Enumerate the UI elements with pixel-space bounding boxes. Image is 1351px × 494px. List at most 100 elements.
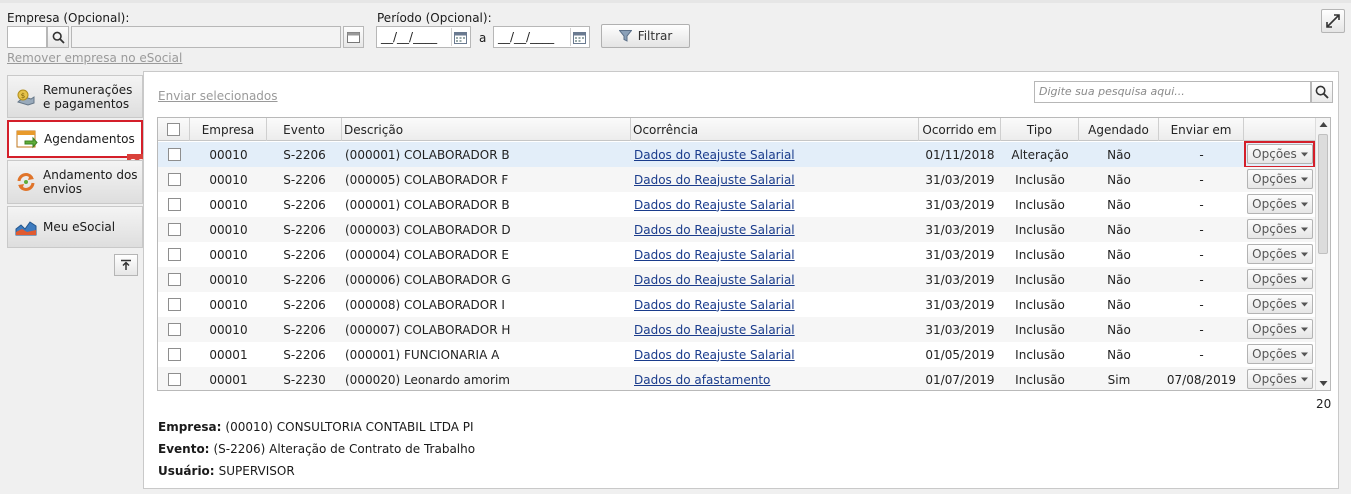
empresa-code-input[interactable]	[7, 26, 47, 48]
options-dropdown-button[interactable]: Opções	[1247, 319, 1313, 339]
table-row[interactable]: 00010 S-2206 (000001) COLABORADOR B Dados d…	[158, 192, 1316, 217]
table-row[interactable]: 00001 S-2230 (000020) Leonardo amorim Dados…	[158, 367, 1316, 390]
expand-icon	[1326, 14, 1340, 28]
cell-descricao-text: (000020) Leonardo amorim	[345, 372, 510, 387]
table-row[interactable]: 00010 S-2206 (000005) COLABORADOR F Dados d…	[158, 167, 1316, 192]
options-dropdown-button[interactable]: Opções	[1247, 269, 1313, 289]
options-dropdown-button[interactable]: Opções	[1247, 294, 1313, 314]
sidebar-item-agendamentos[interactable]: Agendamentos	[7, 120, 143, 158]
cell-ocorrido-em-text: 31/03/2019	[925, 172, 995, 187]
scrollbar-thumb[interactable]	[1318, 134, 1328, 254]
options-dropdown-button[interactable]: Opções	[1247, 369, 1313, 389]
ocorrencia-link[interactable]: Dados do Reajuste Salarial	[634, 273, 795, 287]
ocorrencia-link[interactable]: Dados do Reajuste Salarial	[634, 248, 795, 262]
collapse-sidebar-button[interactable]	[114, 254, 138, 276]
col-ocorrencia[interactable]: Ocorrência	[631, 118, 919, 141]
cell-agendado: Não	[1079, 192, 1159, 217]
scroll-up-icon[interactable]	[1319, 121, 1328, 128]
search-input[interactable]: Digite sua pesquisa aqui...	[1034, 81, 1311, 103]
options-dropdown-button[interactable]: Opções	[1247, 344, 1313, 364]
ocorrencia-link[interactable]: Dados do Reajuste Salarial	[634, 148, 795, 162]
empresa-list-button[interactable]	[343, 26, 364, 48]
cell-empresa: 00010	[190, 292, 267, 317]
collapse-up-icon	[121, 259, 131, 270]
cell-ocorrido-em-text: 31/03/2019	[925, 247, 995, 262]
ocorrencia-link[interactable]: Dados do Reajuste Salarial	[634, 173, 795, 187]
row-checkbox[interactable]	[167, 198, 181, 211]
table-row[interactable]: 00010 S-2206 (000008) COLABORADOR I Dados d…	[158, 292, 1316, 317]
ocorrencia-link[interactable]: Dados do afastamento	[634, 373, 770, 387]
row-checkbox[interactable]	[167, 298, 181, 311]
sidebar-item-remuneracoes[interactable]: $ Remunerações e pagamentos	[7, 75, 143, 118]
options-dropdown-button[interactable]: Opções	[1247, 169, 1313, 189]
table-icon	[347, 31, 360, 43]
detail-usuario-label: Usuário:	[158, 464, 215, 478]
date-from-input[interactable]: __/__/____	[376, 26, 471, 48]
cell-tipo-text: Inclusão	[1015, 347, 1065, 362]
options-dropdown-button[interactable]: Opções	[1247, 194, 1313, 214]
ocorrencia-link[interactable]: Dados do Reajuste Salarial	[634, 348, 795, 362]
cell-ocorrido-em-text: 31/03/2019	[925, 297, 995, 312]
table-row[interactable]: 00001 S-2206 (000001) FUNCIONARIA A Dados d…	[158, 342, 1316, 367]
vertical-scrollbar[interactable]	[1315, 118, 1330, 390]
cell-empresa-text: 00010	[209, 222, 248, 237]
row-checkbox[interactable]	[167, 323, 181, 336]
cell-tipo: Inclusão	[1001, 367, 1079, 390]
col-ocorrido-em[interactable]: Ocorrido em	[919, 118, 1001, 141]
cell-empresa-text: 00010	[209, 322, 248, 337]
options-dropdown-button[interactable]: Opções	[1247, 244, 1313, 264]
cell-evento-text: S-2206	[283, 322, 326, 337]
search-button[interactable]	[1311, 81, 1333, 103]
table-row[interactable]: 00010 S-2206 (000004) COLABORADOR E Dados d…	[158, 242, 1316, 267]
date-to-input[interactable]: __/__/____	[493, 26, 590, 48]
sidebar-item-andamento[interactable]: Andamento dos envios	[7, 160, 143, 204]
cell-ocorrido-em: 31/03/2019	[919, 192, 1001, 217]
detail-evento: Evento: (S-2206) Alteração de Contrato de…	[158, 442, 475, 456]
sidebar-item-meu-esocial[interactable]: Meu eSocial	[7, 206, 143, 248]
table-row[interactable]: 00010 S-2206 (000007) COLABORADOR H Dados d…	[158, 317, 1316, 342]
row-checkbox[interactable]	[167, 273, 181, 286]
col-enviar-em[interactable]: Enviar em	[1159, 118, 1244, 141]
ocorrencia-link[interactable]: Dados do Reajuste Salarial	[634, 323, 795, 337]
row-checkbox[interactable]	[167, 348, 181, 361]
options-dropdown-button[interactable]: Opções	[1247, 219, 1313, 239]
cell-empresa-text: 00010	[209, 197, 248, 212]
detail-empresa-value: (00010) CONSULTORIA CONTABIL LTDA PI	[225, 420, 474, 434]
cell-tipo-text: Alteração	[1011, 147, 1069, 162]
row-checkbox[interactable]	[167, 373, 181, 386]
scroll-down-icon[interactable]	[1319, 380, 1328, 387]
cell-agendado-text: Não	[1107, 272, 1131, 287]
calendar-icon[interactable]	[451, 28, 469, 46]
empresa-search-button[interactable]	[47, 26, 69, 48]
cell-descricao: (000020) Leonardo amorim	[342, 367, 631, 390]
col-evento[interactable]: Evento	[267, 118, 342, 141]
svg-text:$: $	[21, 92, 25, 100]
cell-empresa-text: 00010	[209, 297, 248, 312]
detail-usuario-value: SUPERVISOR	[218, 464, 295, 478]
ocorrencia-link[interactable]: Dados do Reajuste Salarial	[634, 298, 795, 312]
col-tipo[interactable]: Tipo	[1001, 118, 1079, 141]
send-selected-link[interactable]: Enviar selecionados	[158, 89, 278, 103]
row-checkbox[interactable]	[167, 223, 181, 236]
row-checkbox[interactable]	[167, 148, 181, 161]
filter-button[interactable]: Filtrar	[601, 24, 690, 48]
expand-button[interactable]	[1321, 9, 1345, 33]
col-descricao[interactable]: Descrição	[342, 118, 631, 141]
remove-empresa-link[interactable]: Remover empresa no eSocial	[7, 51, 182, 65]
select-all-checkbox[interactable]	[167, 123, 180, 136]
table-row[interactable]: 00010 S-2206 (000003) COLABORADOR D Dados d…	[158, 217, 1316, 242]
table-row[interactable]: 00010 S-2206 (000006) COLABORADOR G Dados d…	[158, 267, 1316, 292]
row-checkbox[interactable]	[167, 248, 181, 261]
cell-tipo: Inclusão	[1001, 167, 1079, 192]
table-row[interactable]: 00010 S-2206 (000001) COLABORADOR B Dados d…	[158, 141, 1316, 168]
ocorrencia-link[interactable]: Dados do Reajuste Salarial	[634, 198, 795, 212]
cell-ocorrido-em: 01/07/2019	[919, 367, 1001, 390]
col-empresa[interactable]: Empresa	[190, 118, 267, 141]
col-agendado[interactable]: Agendado	[1079, 118, 1159, 141]
cell-agendado-text: Não	[1107, 147, 1131, 162]
row-checkbox[interactable]	[167, 173, 181, 186]
calendar-arrow-icon	[16, 130, 38, 149]
calendar-icon[interactable]	[570, 28, 588, 46]
empresa-name-field	[71, 26, 341, 48]
ocorrencia-link[interactable]: Dados do Reajuste Salarial	[634, 223, 795, 237]
